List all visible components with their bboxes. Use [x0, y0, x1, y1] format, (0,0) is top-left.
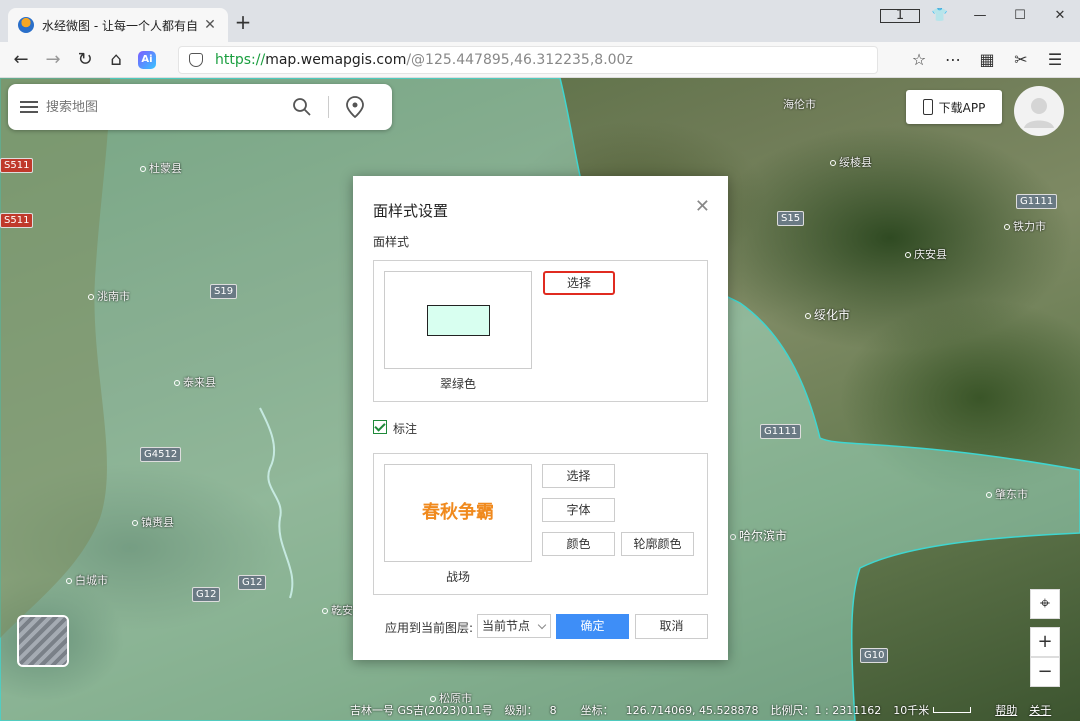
address-bar: ← → ↻ ⌂ Ai https://map.wemapgis.com/@125… [0, 42, 1080, 78]
fill-color-swatch [427, 305, 490, 336]
cancel-button[interactable]: 取消 [635, 614, 708, 639]
download-app-label: 下载APP [938, 100, 986, 115]
zoom-out-button[interactable]: − [1030, 657, 1060, 687]
apply-layer-label: 应用到当前图层: [385, 621, 474, 635]
window-controls: 1 👕 — ☐ ✕ [880, 0, 1080, 30]
color-button[interactable]: 颜色 [542, 532, 615, 556]
label-checkbox[interactable] [373, 420, 387, 434]
place-label: 海伦市 [783, 98, 816, 111]
place-label: 镇赉县 [132, 514, 174, 530]
locate-icon[interactable]: ⌖ [1030, 589, 1060, 619]
label-caption: 战场 [445, 570, 470, 584]
site-favicon-icon [18, 17, 34, 33]
search-panel [8, 84, 392, 130]
status-bar: 吉林一号 GS吉(2023)011号 级别： 8 坐标： 126.714069, … [350, 699, 1080, 721]
ai-assistant-icon[interactable]: Ai [138, 51, 156, 69]
scale-bar [933, 707, 972, 713]
place-label: 铁力市 [1004, 218, 1046, 234]
place-label: 绥化市 [805, 306, 850, 323]
search-input[interactable] [46, 99, 286, 115]
url-field[interactable]: https://map.wemapgis.com/@125.447895,46.… [178, 46, 878, 74]
about-link[interactable]: 关于 [1029, 702, 1051, 718]
place-label: 泰来县 [174, 374, 216, 390]
chevron-down-icon [537, 620, 547, 630]
place-label: 杜蒙县 [140, 160, 182, 176]
user-icon [1024, 98, 1054, 128]
location-pin-icon[interactable] [345, 96, 365, 118]
label-style-group: 春秋争霸 战场 选择 字体 颜色 轮廓颜色 [373, 453, 708, 595]
fill-preview [384, 271, 532, 369]
forward-arrow-icon[interactable]: → [41, 48, 65, 72]
tab-bar: 水经微图 - 让每一个人都有自 ✕ + 1 👕 — ☐ ✕ [0, 0, 1080, 42]
polygon-style-dialog: 面样式设置 ✕ 面样式 翠绿色 选择 标注 春秋争霸 战场 选择 字体 颜色 轮… [353, 176, 728, 660]
fill-caption: 翠绿色 [439, 377, 476, 391]
place-label: 白城市 [66, 572, 108, 588]
road-label: G1111 [760, 424, 802, 439]
road-label: S19 [210, 284, 238, 299]
place-label: 绥棱县 [830, 154, 872, 170]
font-button[interactable]: 字体 [542, 498, 615, 522]
tab-count-icon[interactable]: 1 [880, 8, 920, 23]
dialog-title: 面样式设置 [373, 202, 449, 220]
user-avatar[interactable] [1014, 86, 1064, 136]
zoom-level: 级别： 8 [504, 704, 557, 717]
place-label: 哈尔滨市 [730, 527, 787, 544]
close-window-button[interactable]: ✕ [1040, 8, 1080, 23]
fill-style-group: 翠绿色 选择 [373, 260, 708, 402]
road-label: S511 [0, 158, 34, 173]
label-preview: 春秋争霸 [384, 464, 532, 562]
zoom-in-button[interactable]: + [1030, 627, 1060, 657]
apply-target-value: 当前节点 [482, 619, 531, 633]
close-icon[interactable]: ✕ [695, 196, 710, 217]
download-app-button[interactable]: 下载APP [906, 90, 1002, 124]
tab-title: 水经微图 - 让每一个人都有自 [42, 18, 198, 33]
search-icon[interactable] [292, 97, 312, 117]
scale-bar-label: 10千米 [893, 704, 930, 717]
apply-target-select[interactable]: 当前节点 [477, 614, 551, 638]
maximize-button[interactable]: ☐ [1000, 8, 1040, 23]
road-label: S15 [777, 211, 805, 226]
star-icon[interactable]: ☆ [902, 48, 936, 72]
skin-icon[interactable]: 👕 [920, 8, 960, 23]
basemap-switcher[interactable] [17, 615, 69, 667]
tab-close-icon[interactable]: ✕ [202, 17, 218, 33]
help-link[interactable]: 帮助 [995, 702, 1017, 718]
road-label: S511 [0, 213, 34, 228]
imagery-source: 吉林一号 GS吉(2023)011号 [350, 704, 493, 717]
apps-grid-icon[interactable]: ▦ [970, 48, 1004, 72]
menu-icon[interactable]: ☰ [1038, 48, 1072, 72]
scale-readout: 比例尺：1 : 2311162 [770, 704, 882, 717]
coordinate-label: 坐标： [580, 704, 614, 717]
road-label: G4512 [140, 447, 182, 462]
road-label: G12 [238, 575, 267, 590]
more-icon[interactable]: ⋯ [936, 48, 970, 72]
url-text: https://map.wemapgis.com/@125.447895,46.… [215, 52, 633, 68]
road-label: G10 [860, 648, 889, 663]
label-select-button[interactable]: 选择 [542, 464, 615, 488]
outline-color-button[interactable]: 轮廓颜色 [621, 532, 694, 556]
back-arrow-icon[interactable]: ← [9, 48, 33, 72]
place-label: 洮南市 [88, 288, 130, 304]
road-label: G1111 [1016, 194, 1058, 209]
confirm-button[interactable]: 确定 [556, 614, 629, 639]
toolbar-actions: ☆ ⋯ ▦ ✂ ☰ [902, 48, 1072, 72]
browser-tab[interactable]: 水经微图 - 让每一个人都有自 ✕ [8, 8, 228, 42]
road-label: G12 [192, 587, 221, 602]
new-tab-button[interactable]: + [232, 12, 254, 34]
place-label: 庆安县 [905, 246, 947, 262]
home-icon[interactable]: ⌂ [104, 48, 128, 72]
reload-icon[interactable]: ↻ [73, 48, 97, 72]
select-style-button[interactable]: 选择 [543, 271, 615, 295]
hamburger-menu-icon[interactable] [20, 98, 38, 116]
scissors-icon[interactable]: ✂ [1004, 48, 1038, 72]
coordinate-readout: 126.714069, 45.528878 [625, 703, 759, 717]
phone-icon [922, 99, 933, 115]
fill-section-label: 面样式 [373, 235, 410, 249]
label-section-label: 标注 [393, 422, 418, 436]
divider [328, 96, 329, 118]
place-label: 肇东市 [986, 486, 1028, 502]
shield-icon [189, 53, 203, 67]
minimize-button[interactable]: — [960, 8, 1000, 23]
map-controls: ⌖ + − [1030, 589, 1060, 687]
